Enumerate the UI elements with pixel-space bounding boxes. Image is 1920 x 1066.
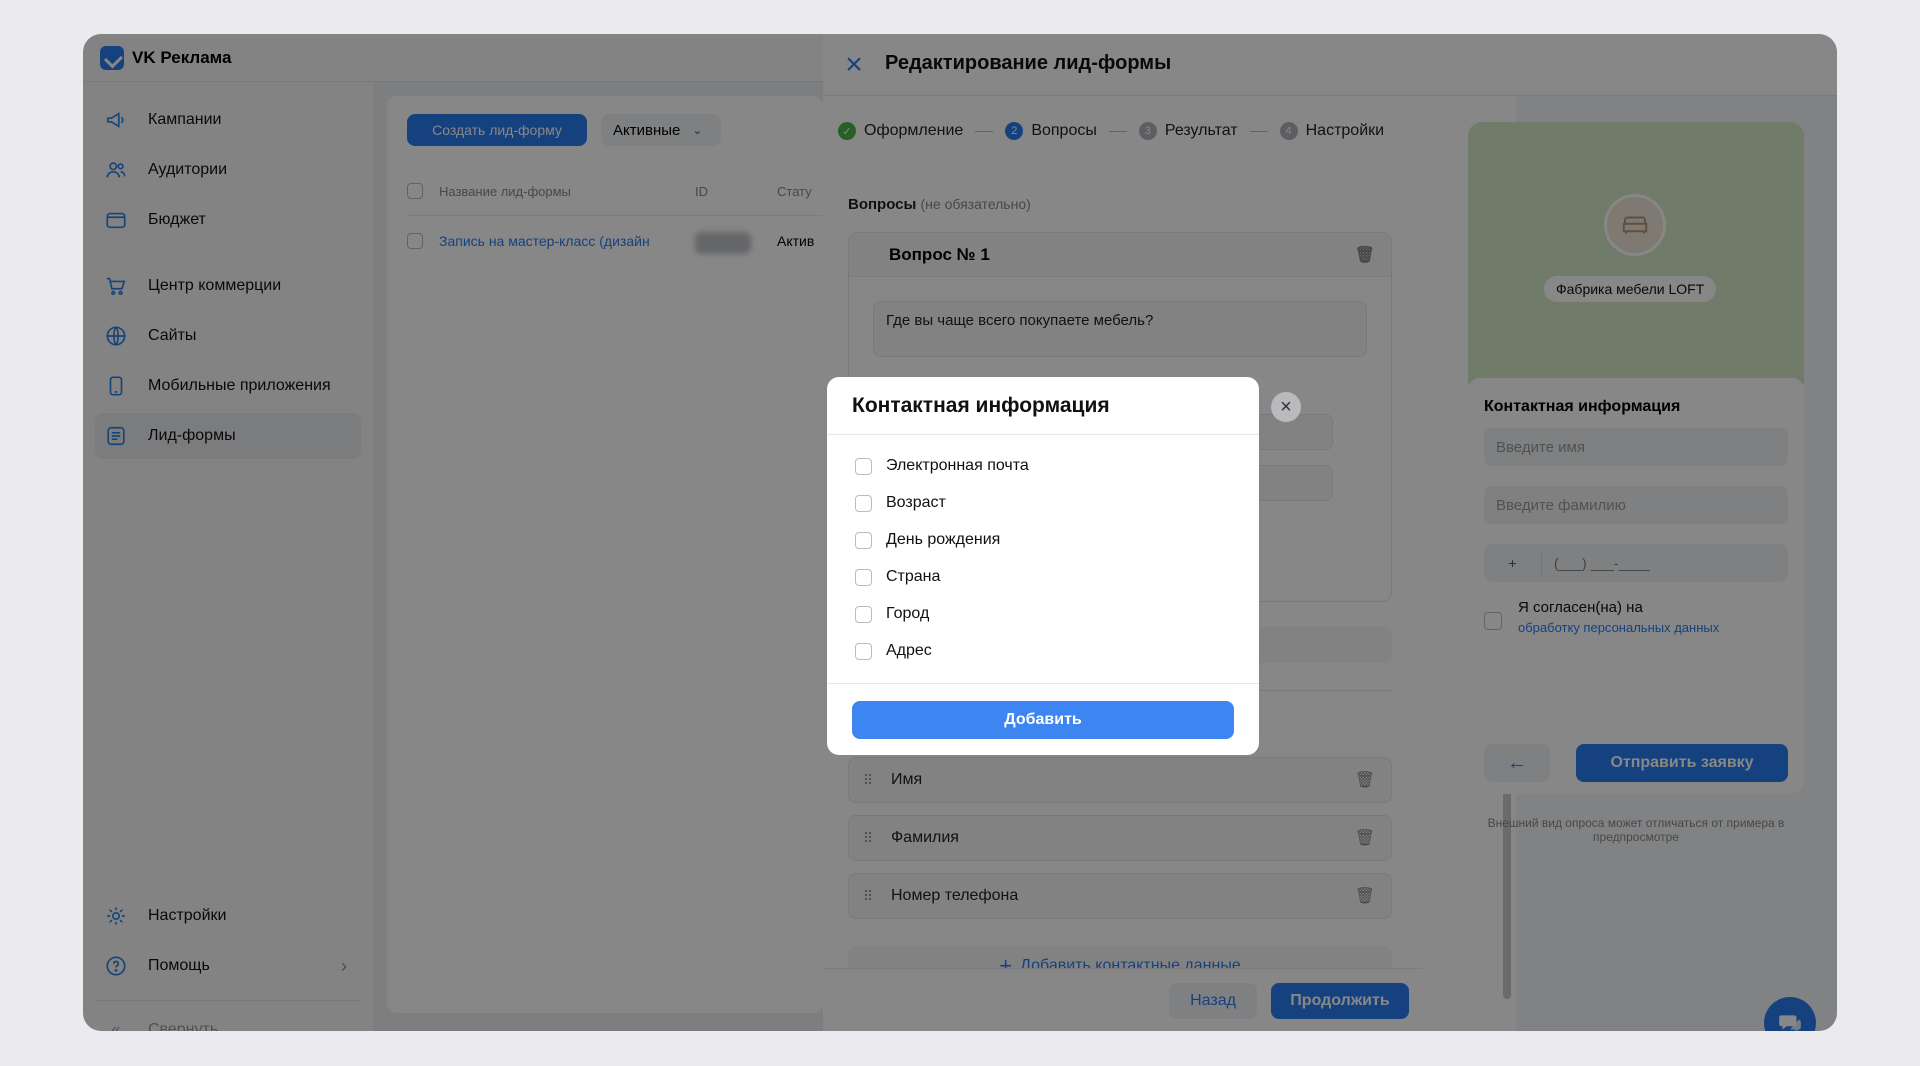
option-city[interactable]: Город <box>855 602 929 626</box>
contact-info-modal: Контактная информация Электронная почта … <box>827 377 1259 755</box>
option-label: Страна <box>886 568 941 585</box>
option-address[interactable]: Адрес <box>855 639 932 663</box>
checkbox[interactable] <box>855 642 872 660</box>
option-label: Возраст <box>886 494 946 511</box>
option-label: День рождения <box>886 531 1001 548</box>
option-country[interactable]: Страна <box>855 565 940 589</box>
modal-title: Контактная информация <box>852 394 1110 417</box>
option-label: Электронная почта <box>886 457 1029 474</box>
add-button[interactable]: Добавить <box>852 701 1234 739</box>
checkbox[interactable] <box>855 457 872 475</box>
option-label: Город <box>886 605 930 622</box>
option-birthday[interactable]: День рождения <box>855 528 1000 552</box>
modal-divider <box>827 434 1259 435</box>
modal-divider <box>827 683 1259 684</box>
checkbox[interactable] <box>855 605 872 623</box>
modal-close-icon[interactable]: × <box>1271 392 1301 422</box>
app-window: VK Реклама Кампании Аудитории Бюджет Цен… <box>83 34 1837 1031</box>
option-age[interactable]: Возраст <box>855 491 946 515</box>
checkbox[interactable] <box>855 568 872 586</box>
checkbox[interactable] <box>855 494 872 512</box>
option-label: Адрес <box>886 642 932 659</box>
checkbox[interactable] <box>855 531 872 549</box>
option-email[interactable]: Электронная почта <box>855 454 1029 478</box>
